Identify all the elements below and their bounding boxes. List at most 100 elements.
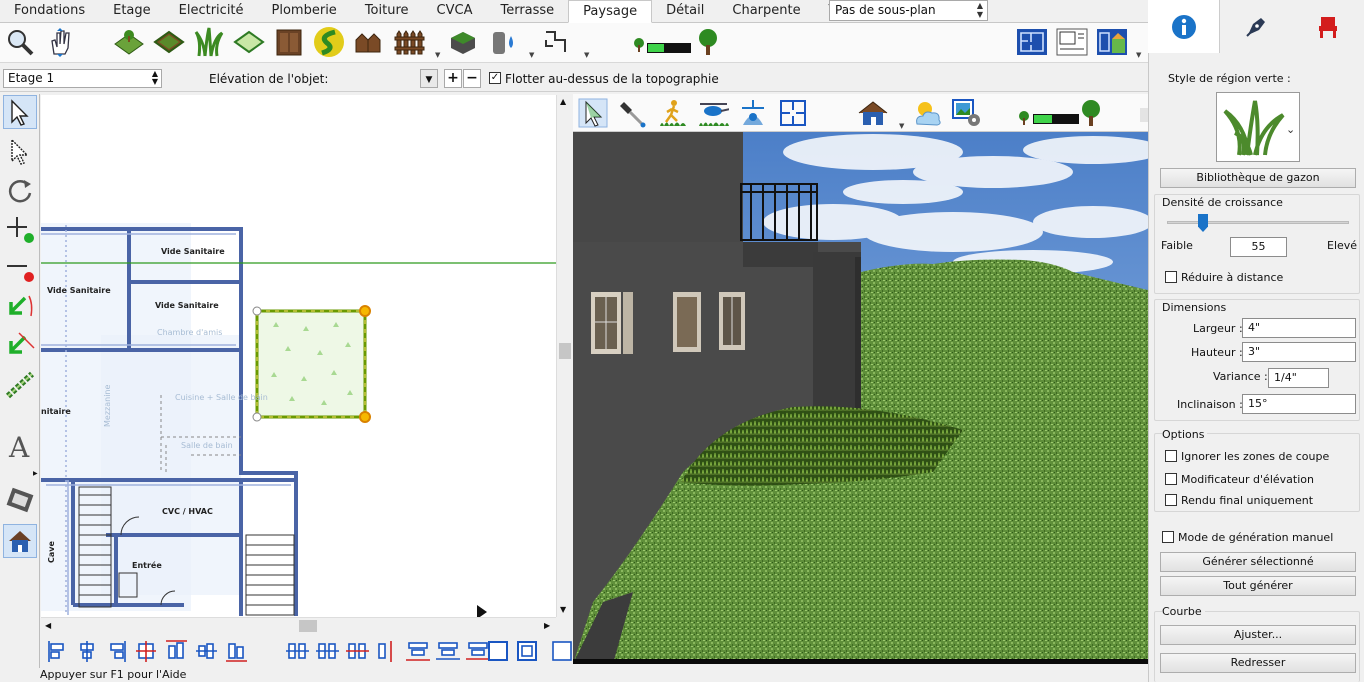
- plan-horizontal-scrollbar[interactable]: ◀ ▶: [41, 617, 556, 634]
- floor-plan-view-button[interactable]: [1016, 26, 1048, 58]
- growth-slider-button[interactable]: [632, 26, 692, 58]
- straighten-label: Redresser: [1230, 656, 1286, 669]
- scroll-right-icon[interactable]: ▶: [544, 621, 550, 630]
- density-low-label: Faible: [1161, 239, 1193, 252]
- tree-3d-button[interactable]: [1075, 97, 1107, 129]
- float-checkbox[interactable]: ✓: [489, 72, 501, 84]
- grass-button[interactable]: [193, 26, 225, 58]
- plan-vertical-scrollbar[interactable]: ▲ ▼: [556, 95, 573, 617]
- tab-fondations[interactable]: Fondations: [0, 0, 99, 22]
- svg-text:⌄: ⌄: [1286, 123, 1295, 136]
- grass-library-button[interactable]: Bibliothèque de gazon: [1160, 168, 1356, 188]
- scroll-down-icon[interactable]: ▼: [560, 605, 566, 614]
- tab-object[interactable]: [1292, 0, 1364, 53]
- scroll-thumb[interactable]: [559, 343, 571, 359]
- layout-sheet-icon: [1056, 28, 1088, 56]
- height-input[interactable]: 3": [1242, 342, 1356, 362]
- tab-toiture[interactable]: Toiture: [351, 0, 423, 22]
- tab-plomberie[interactable]: Plomberie: [258, 0, 351, 22]
- final-render-checkbox[interactable]: [1165, 494, 1177, 506]
- tab-electricit-[interactable]: Electricité: [165, 0, 258, 22]
- straighten-button[interactable]: Redresser: [1160, 653, 1356, 673]
- 3d-select-button[interactable]: [577, 97, 609, 129]
- layout-view-button[interactable]: [1056, 26, 1088, 58]
- walkthrough-button[interactable]: [657, 97, 689, 129]
- select-button[interactable]: [3, 95, 37, 129]
- tab-cvca[interactable]: CVCA: [423, 0, 487, 22]
- orbit-button[interactable]: [737, 97, 769, 129]
- ignore-cut-zones-checkbox[interactable]: [1165, 450, 1177, 462]
- floor-select[interactable]: Etage 1 ▲ ▼: [3, 69, 162, 88]
- tab-etage[interactable]: Etage: [99, 0, 165, 22]
- text-button[interactable]: A: [3, 429, 37, 463]
- fence-button[interactable]: [393, 26, 425, 58]
- plan-view[interactable]: Vide Sanitaire Vide Sanitaire Vide Sanit…: [41, 95, 556, 617]
- path-button[interactable]: [313, 26, 345, 58]
- density-input[interactable]: 55: [1230, 237, 1287, 257]
- tab-style[interactable]: [1220, 0, 1292, 53]
- scroll-left-icon[interactable]: ◀: [45, 621, 51, 630]
- rotate-button[interactable]: [3, 173, 37, 207]
- elevation-view-button[interactable]: [1096, 26, 1128, 58]
- raised-bed-button[interactable]: [353, 26, 385, 58]
- flyover-button[interactable]: [697, 97, 729, 129]
- plan-camera-button[interactable]: [777, 97, 809, 129]
- decrease-elevation-button[interactable]: −: [463, 69, 481, 88]
- tab-d-tail[interactable]: Détail: [652, 0, 718, 22]
- planter-button[interactable]: [447, 26, 479, 58]
- 3d-view[interactable]: [573, 132, 1148, 664]
- pan-button[interactable]: [44, 26, 76, 58]
- plant-area-button[interactable]: [113, 26, 145, 58]
- zoom-button[interactable]: [4, 26, 36, 58]
- adjust-button[interactable]: Ajuster...: [1160, 625, 1356, 645]
- break-arrow-icon: [9, 295, 33, 317]
- growth-slider-3d[interactable]: [1015, 97, 1081, 129]
- cabinet-button[interactable]: [273, 26, 305, 58]
- render-settings-button[interactable]: [951, 97, 983, 129]
- dropdown-arrow-icon[interactable]: ▼: [529, 51, 534, 59]
- remove-point-button[interactable]: [3, 251, 37, 285]
- dropdown-arrow-icon[interactable]: ▼: [435, 51, 440, 59]
- variance-input[interactable]: 1/4": [1268, 368, 1329, 388]
- camera-path-button[interactable]: [3, 483, 37, 517]
- 3d-view-button[interactable]: [3, 524, 37, 558]
- tree-button[interactable]: [692, 26, 724, 58]
- width-input[interactable]: 4": [1242, 318, 1356, 338]
- generate-all-button[interactable]: Tout générer: [1160, 576, 1356, 596]
- elevation-modifier-checkbox[interactable]: [1165, 473, 1177, 485]
- dropdown-arrow-icon[interactable]: ▼: [584, 51, 589, 59]
- sun-settings-button[interactable]: [911, 97, 943, 129]
- tab-paysage[interactable]: Paysage: [568, 0, 653, 23]
- elevation-dropdown[interactable]: ▼: [420, 69, 438, 88]
- scroll-up-icon[interactable]: ▲: [560, 97, 566, 106]
- eyedropper-button[interactable]: [617, 97, 649, 129]
- tab-charpente[interactable]: Charpente: [718, 0, 814, 22]
- dimension-button[interactable]: [3, 368, 37, 402]
- edit-select-button[interactable]: [3, 134, 37, 168]
- expand-arrow-icon[interactable]: ▶: [33, 470, 38, 477]
- sprinkler-button[interactable]: [487, 26, 519, 58]
- select-3d-icon: [578, 98, 608, 128]
- float-label: Flotter au-dessus de la topographie: [505, 72, 719, 86]
- dropdown-arrow-icon[interactable]: ▼: [1136, 51, 1141, 59]
- tab-info[interactable]: [1148, 0, 1220, 53]
- tab-terrasse[interactable]: Terrasse: [486, 0, 568, 22]
- incline-input[interactable]: 15°: [1242, 394, 1356, 414]
- exterior-camera-button[interactable]: [857, 97, 889, 129]
- density-slider-track[interactable]: [1167, 221, 1349, 224]
- subplan-select[interactable]: Pas de sous-plan ▲ ▼: [829, 0, 988, 21]
- dropdown-arrow-icon[interactable]: ▼: [899, 122, 904, 130]
- reduce-distance-checkbox[interactable]: [1165, 271, 1177, 283]
- generate-selected-button[interactable]: Générer sélectionné: [1160, 552, 1356, 572]
- manual-mode-checkbox[interactable]: [1162, 531, 1174, 543]
- curve-title: Courbe: [1162, 605, 1205, 618]
- scroll-thumb[interactable]: [299, 620, 317, 632]
- add-point-button[interactable]: [3, 212, 37, 246]
- mulch-area-button[interactable]: [153, 26, 185, 58]
- join-line-button[interactable]: [3, 329, 37, 363]
- region-button[interactable]: [233, 26, 265, 58]
- increase-elevation-button[interactable]: +: [444, 69, 462, 88]
- break-line-button[interactable]: [3, 290, 37, 324]
- grass-style-picker[interactable]: ⌄: [1216, 92, 1300, 162]
- curve-tool-button[interactable]: [541, 26, 573, 58]
